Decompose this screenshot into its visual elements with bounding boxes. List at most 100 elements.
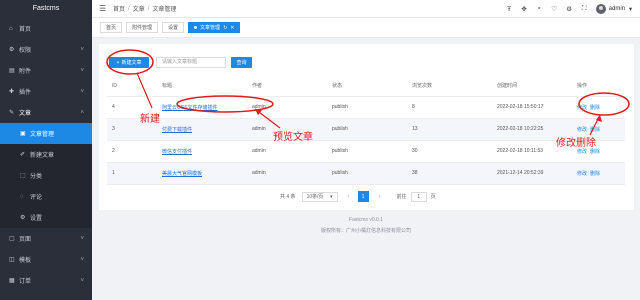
cell-id: 1 bbox=[107, 162, 162, 185]
new-article-button[interactable]: + 新建文章 bbox=[109, 57, 149, 68]
breadcrumb-item: 文章管理 bbox=[152, 7, 177, 13]
footer-copyright: 版权所有：广州小橘灯信息科技有限公司 bbox=[320, 228, 411, 234]
prev-page-button[interactable]: ‹ bbox=[344, 192, 354, 202]
article-title-link[interactable]: 微信支付插件 bbox=[162, 149, 192, 155]
chevron-down-icon: ˅ bbox=[80, 277, 84, 284]
page-icon: ▢ bbox=[9, 236, 15, 242]
cell-status: publish bbox=[332, 140, 412, 163]
table-row: 4 阿里云OSS文件存储插件 admin publish 8 2022-02-18 15:… bbox=[107, 96, 625, 119]
sidebar-item[interactable]: ◫ 模板 ˅ bbox=[0, 249, 92, 270]
sidebar-item[interactable]: ⌂ 首页 bbox=[0, 18, 92, 39]
sidebar-item[interactable]: ✎ 文章 ˄ bbox=[0, 102, 92, 123]
manage-icon: ▣ bbox=[20, 131, 26, 137]
fullscreen-icon[interactable]: ⛶ bbox=[581, 5, 588, 13]
breadcrumb-item[interactable]: 首页 bbox=[113, 4, 125, 13]
user-name[interactable]: admin bbox=[609, 6, 625, 12]
next-page-button[interactable]: › bbox=[375, 192, 385, 202]
refresh-icon[interactable]: ↻ bbox=[223, 23, 227, 33]
chevron-down-icon: ˅ bbox=[80, 46, 84, 53]
sidebar-item-label: 新建文章 bbox=[30, 153, 55, 159]
edit-button[interactable]: 修改 bbox=[577, 127, 587, 133]
sidebar-item-label: 评论 bbox=[30, 195, 43, 201]
tab-label: 文章管理 bbox=[200, 24, 221, 31]
chevron-down-icon: ▾ bbox=[330, 193, 333, 200]
close-icon[interactable]: ✕ bbox=[230, 23, 234, 33]
avatar[interactable] bbox=[595, 4, 606, 14]
sidebar-item-label: 设置 bbox=[30, 216, 43, 222]
column-header: 状态 bbox=[332, 76, 412, 97]
theme-icon[interactable]: ✥ bbox=[521, 5, 528, 13]
goto-page-input[interactable]: 1 bbox=[410, 191, 427, 202]
article-title-link[interactable]: 美晨大气官网模板 bbox=[162, 171, 202, 177]
content-card: + 新建文章 请输入文章标题 查询 ID 标题 作者 状态 浏览次数 创建时间 … bbox=[99, 44, 634, 210]
delete-button[interactable]: 删除 bbox=[590, 149, 600, 155]
search-icon[interactable]: ⌕ bbox=[536, 5, 543, 13]
sidebar-item[interactable]: ⚙ 权限 ˅ bbox=[0, 39, 92, 60]
annotation-label-new: 新建 bbox=[140, 114, 160, 125]
pagination: 共 4 条 10条/页 ▾ ‹ 1 › 前往 1 页 bbox=[280, 191, 436, 202]
folder-icon: ▤ bbox=[9, 68, 15, 74]
plus-icon: + bbox=[116, 59, 120, 66]
page-number-current[interactable]: 1 bbox=[357, 191, 369, 202]
breadcrumb: 首页 / 文章 / 文章管理 bbox=[113, 4, 177, 14]
sidebar-item[interactable]: ▢ 页面 ˅ bbox=[0, 228, 92, 249]
sidebar-item[interactable]: ✐ 新建文章 bbox=[0, 144, 92, 165]
settings-icon[interactable]: ⚙ bbox=[566, 5, 573, 13]
cell-views: 38 bbox=[412, 162, 497, 185]
cell-id: 2 bbox=[107, 140, 162, 163]
sidebar-item[interactable]: ▣ 文章管理 bbox=[0, 123, 92, 144]
delete-button[interactable]: 删除 bbox=[590, 171, 600, 177]
cell-actions: 修改 删除 bbox=[577, 162, 625, 185]
page-suffix: 页 bbox=[430, 194, 436, 200]
sidebar-item[interactable]: ⚙ 设置 bbox=[0, 207, 92, 228]
notification-icon[interactable]: ♡ bbox=[551, 5, 558, 13]
chevron-down-icon: ˅ bbox=[80, 235, 84, 242]
page-size-select[interactable]: 10条/页 ▾ bbox=[301, 191, 338, 202]
edit-button[interactable]: 修改 bbox=[577, 171, 587, 177]
tab-settings[interactable]: 设置 bbox=[162, 22, 185, 33]
comment-icon: ◌ bbox=[20, 193, 24, 200]
menu-toggle-icon[interactable]: ☰ bbox=[99, 4, 107, 13]
article-icon: ✎ bbox=[9, 110, 15, 116]
sidebar-item[interactable]: ▤ 附件 ˅ bbox=[0, 60, 92, 81]
table-header-row: ID 标题 作者 状态 浏览次数 创建时间 操作 bbox=[107, 76, 625, 97]
header-tools: Ŧ ✥ ⌕ ♡ ⚙ ⛶ admin ▾ bbox=[498, 0, 634, 18]
sidebar-item-label: 模板 bbox=[19, 258, 32, 264]
chevron-down-icon[interactable]: ▾ bbox=[627, 5, 634, 13]
sidebar-item[interactable]: ◌ 评论 bbox=[0, 186, 92, 207]
edit-button[interactable]: 修改 bbox=[577, 105, 587, 111]
breadcrumb-item[interactable]: 文章 bbox=[133, 4, 145, 13]
tab-attachments[interactable]: 附件管理 bbox=[126, 22, 159, 33]
font-size-icon[interactable]: Ŧ bbox=[506, 6, 513, 13]
delete-button[interactable]: 删除 bbox=[590, 105, 600, 111]
column-header: 浏览次数 bbox=[412, 76, 497, 97]
search-input[interactable]: 请输入文章标题 bbox=[156, 57, 226, 68]
sidebar-item[interactable]: ▦ 订单 ˅ bbox=[0, 270, 92, 291]
cell-title: 付费下载插件 bbox=[162, 118, 252, 141]
plugin-icon: ✚ bbox=[9, 89, 15, 95]
sidebar-item-label: 订单 bbox=[19, 279, 32, 285]
column-header: 操作 bbox=[577, 76, 625, 97]
column-header: ID bbox=[107, 76, 162, 97]
tab-home[interactable]: 首页 bbox=[100, 22, 123, 33]
sidebar-item[interactable]: ✚ 插件 ˅ bbox=[0, 81, 92, 102]
cell-status: publish bbox=[332, 162, 412, 185]
delete-button[interactable]: 删除 bbox=[590, 127, 600, 133]
search-button[interactable]: 查询 bbox=[231, 57, 252, 68]
cell-author: admin bbox=[252, 96, 332, 119]
article-title-link[interactable]: 付费下载插件 bbox=[162, 127, 192, 133]
edit-button[interactable]: 修改 bbox=[577, 149, 587, 155]
template-icon: ◫ bbox=[9, 257, 15, 263]
tab-article-manage[interactable]: 文章管理 ↻ ✕ bbox=[188, 22, 241, 33]
table-row: 2 微信支付插件 admin publish 30 2022-02-18 10:11:53… bbox=[107, 140, 625, 163]
app-logo: Fastcms bbox=[0, 0, 92, 18]
column-header: 作者 bbox=[252, 76, 332, 97]
sidebar-item-label: 分类 bbox=[30, 174, 43, 180]
gear-icon: ⚙ bbox=[9, 47, 15, 53]
article-title-link[interactable]: 阿里云OSS文件存储插件 bbox=[162, 105, 218, 111]
category-icon: ⬚ bbox=[20, 173, 26, 179]
edit-icon: ✐ bbox=[20, 152, 26, 158]
tab-label: 首页 bbox=[106, 24, 117, 31]
sidebar-item[interactable]: ⬚ 分类 bbox=[0, 165, 92, 186]
tabs-bar: 首页 附件管理 设置 文章管理 ↻ ✕ bbox=[92, 18, 640, 38]
